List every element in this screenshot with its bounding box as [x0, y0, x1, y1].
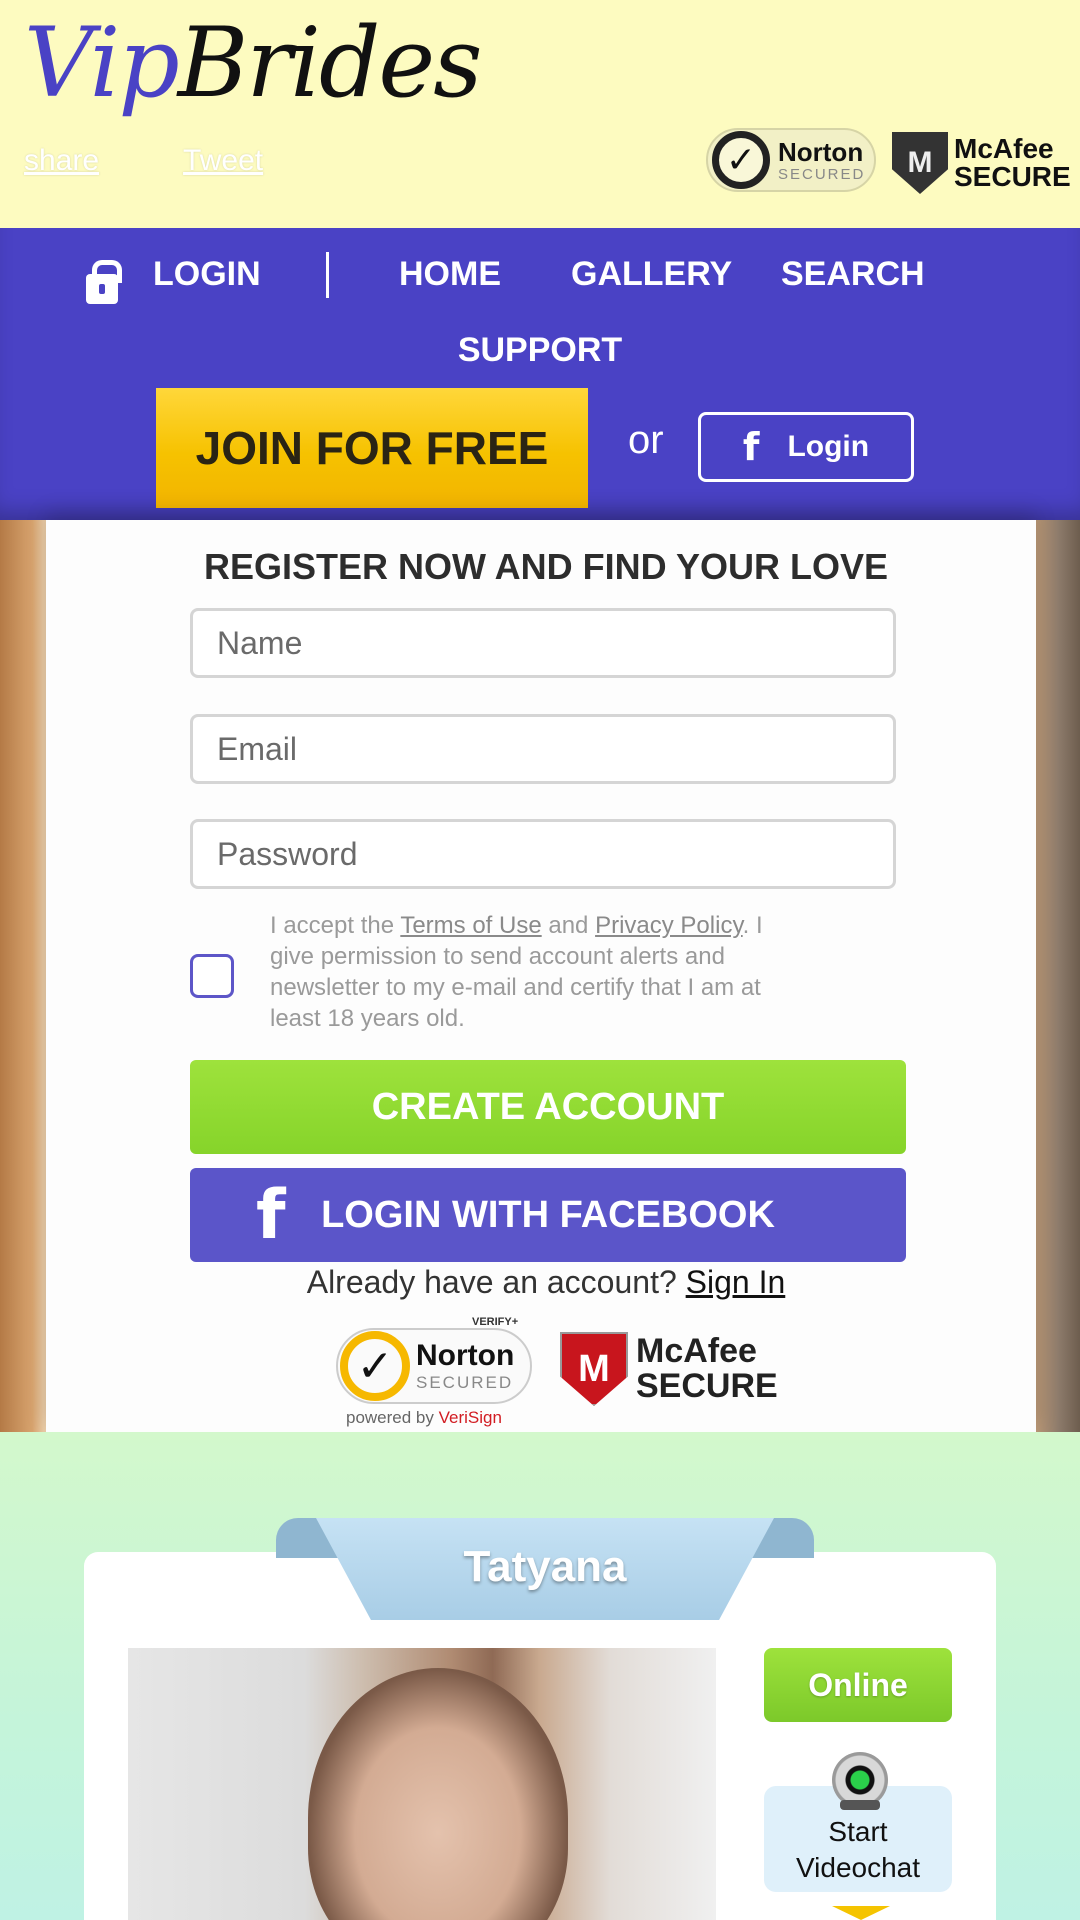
facebook-login-label: Login [787, 430, 870, 463]
site-header: VipBrides share Tweet ✓ Norton SECURED M… [0, 0, 1080, 228]
mcafee-badge-title: McAfee [954, 133, 1054, 164]
terms-checkbox[interactable] [190, 954, 234, 998]
norton-verify-label: VERIFY+ [472, 1316, 519, 1328]
logo-vip-text: Vip [24, 7, 180, 119]
mcafee-badge-subtitle: SECURE [954, 161, 1071, 192]
terms-prefix: I accept the [270, 912, 401, 939]
terms-text: I accept the Terms of Use and Privacy Po… [270, 910, 790, 1034]
register-title: REGISTER NOW AND FIND YOUR LOVE [203, 546, 889, 587]
nav-support[interactable]: SUPPORT [458, 331, 622, 369]
email-input[interactable] [190, 714, 896, 784]
privacy-policy-link[interactable]: Privacy Policy [595, 912, 743, 939]
mcafee-badge-subtitle: SECURE [636, 1367, 778, 1405]
sign-in-link[interactable]: Sign In [686, 1264, 786, 1300]
already-account-text: Already have an account? [306, 1264, 686, 1300]
nav-home[interactable]: HOME [399, 244, 501, 304]
norton-badge-subtitle: SECURED [778, 165, 866, 183]
create-account-button[interactable]: CREATE ACCOUNT [190, 1060, 906, 1154]
norton-verisign-badge: VERIFY+ ✓ Norton SECURED powered by Veri… [336, 1316, 532, 1428]
profile-name[interactable]: Tatyana [276, 1542, 814, 1592]
name-input[interactable] [190, 608, 896, 678]
mcafee-secure-badge: M McAfee SECURE [560, 1332, 778, 1406]
profile-name-ribbon: Tatyana [276, 1518, 814, 1626]
webcam-icon [832, 1752, 888, 1810]
powered-by-text: powered by [346, 1408, 439, 1427]
nav-divider [326, 252, 329, 298]
site-logo[interactable]: VipBrides [24, 7, 483, 119]
mcafee-shield-icon: M [892, 132, 948, 194]
share-links: share Tweet [24, 144, 263, 178]
mcafee-shield-icon: M [560, 1332, 628, 1406]
terms-of-use-link[interactable]: Terms of Use [400, 912, 541, 939]
or-text: or [628, 418, 664, 462]
videochat-line2: Videochat [795, 1852, 921, 1883]
facebook-icon: f [256, 1175, 286, 1255]
nav-login[interactable]: LOGIN [153, 244, 261, 304]
online-status-button[interactable]: Online [764, 1648, 952, 1722]
profile-photo-face [308, 1668, 568, 1920]
mcafee-badge-title: McAfee [636, 1332, 757, 1371]
register-panel: REGISTER NOW AND FIND YOUR LOVE I accept… [46, 520, 1036, 1432]
logo-brides-text: Brides [177, 7, 483, 119]
facebook-login-button[interactable]: f Login [698, 412, 914, 482]
norton-badge-subtitle: SECURED [416, 1373, 514, 1392]
main-navigation: LOGIN HOME GALLERY SEARCH SUPPORT JOIN F… [0, 228, 1080, 520]
nav-search[interactable]: SEARCH [781, 244, 925, 304]
videochat-line1: Start [828, 1816, 888, 1847]
powered-by-verisign: powered by VeriSign [346, 1408, 502, 1428]
tweet-link[interactable]: Tweet [183, 144, 263, 178]
checkmark-icon: ✓ [340, 1331, 410, 1401]
norton-badge-title: Norton [778, 136, 864, 167]
norton-secured-badge: ✓ Norton SECURED [706, 128, 876, 192]
nav-gallery[interactable]: GALLERY [571, 244, 732, 304]
checkmark-icon: ✓ [712, 131, 770, 189]
share-link[interactable]: share [24, 144, 99, 178]
sign-in-prompt: Already have an account? Sign In [46, 1264, 1046, 1301]
verisign-text: VeriSign [438, 1408, 502, 1427]
mcafee-secure-badge: M McAfee SECURE [892, 132, 1071, 194]
password-input[interactable] [190, 819, 896, 889]
terms-and: and [541, 912, 596, 939]
facebook-icon: f [742, 425, 760, 469]
lock-icon [86, 260, 122, 304]
login-with-facebook-label: LOGIN WITH FACEBOOK [321, 1193, 775, 1236]
join-for-free-button[interactable]: JOIN FOR FREE [156, 388, 588, 508]
login-with-facebook-button[interactable]: f LOGIN WITH FACEBOOK [190, 1168, 906, 1262]
profile-photo[interactable] [128, 1648, 716, 1920]
norton-badge-title: Norton [416, 1339, 515, 1372]
